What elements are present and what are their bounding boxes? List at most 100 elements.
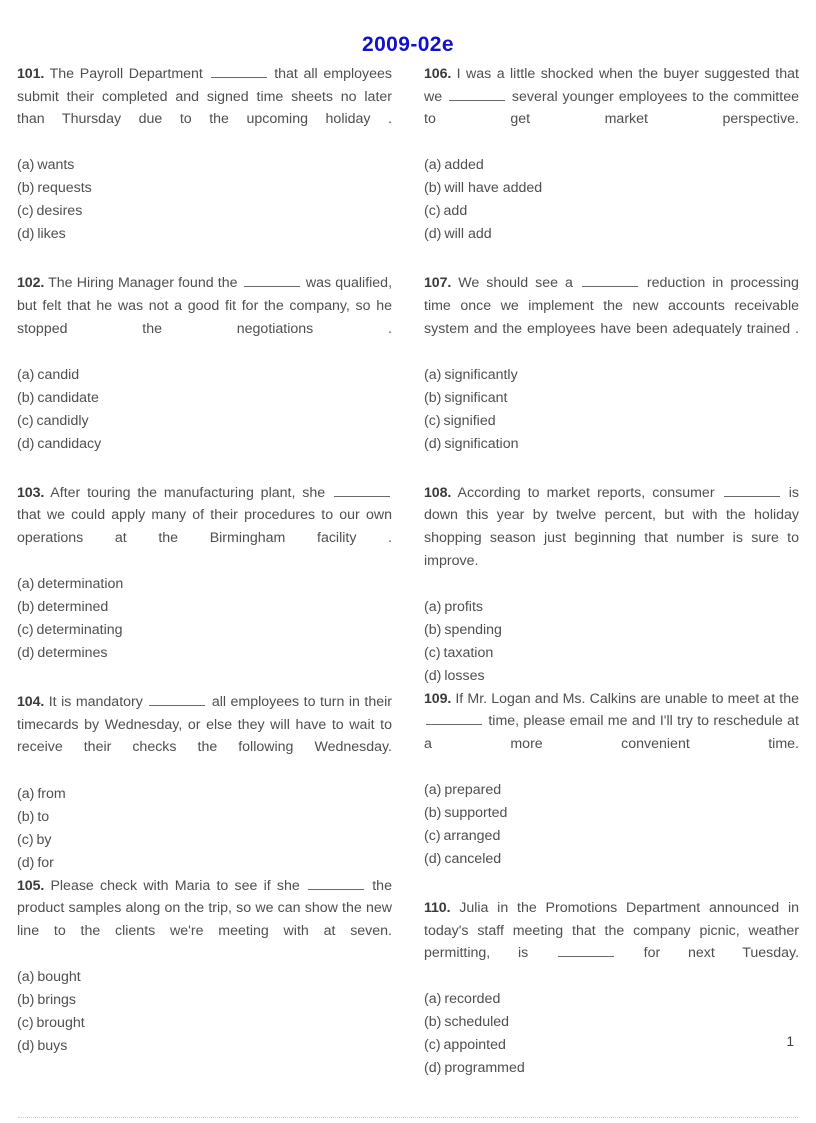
column-left: 101. The Payroll Department that all emp… (17, 63, 392, 1084)
choice-text: to (37, 808, 50, 825)
choice-option[interactable]: (d) signification (424, 433, 799, 456)
choice-key: (b) (424, 1014, 442, 1031)
question-block: 106. I was a little shocked when the buy… (424, 63, 799, 246)
choice-option[interactable]: (a) candid (17, 364, 392, 387)
choice-key: (a) (424, 366, 442, 383)
choice-option[interactable]: (c) determinating (17, 619, 392, 642)
choice-key: (a) (424, 157, 442, 174)
question-number: 103. (17, 484, 45, 501)
choice-text: spending (444, 621, 502, 638)
choice-option[interactable]: (d) for (17, 852, 392, 875)
question-number: 106. (424, 66, 452, 82)
choice-option[interactable]: (d) programmed (424, 1057, 799, 1080)
choice-option[interactable]: (d) candidacy (17, 433, 392, 456)
choice-text: candidacy (37, 435, 102, 452)
choice-option[interactable]: (c) add (424, 200, 799, 223)
choice-text: appointed (443, 1037, 506, 1054)
choice-key: (b) (17, 389, 35, 406)
choice-key: (c) (424, 203, 441, 220)
choice-option[interactable]: (d) likes (17, 223, 392, 246)
question-number: 109. (424, 690, 452, 707)
choice-option[interactable]: (b) brings (17, 989, 392, 1012)
choice-option[interactable]: (c) appointed (424, 1034, 799, 1057)
choice-text: recorded (444, 991, 501, 1008)
question-stem: 108. According to market reports, consum… (424, 482, 799, 595)
question-stem: 110. Julia in the Promotions Department … (424, 897, 799, 987)
choice-option[interactable]: (b) to (17, 806, 392, 829)
choice-option[interactable]: (b) supported (424, 802, 799, 825)
choice-text: candidly (36, 412, 89, 429)
question-stem-before-blank: After touring the manufacturing plant, s… (50, 484, 326, 501)
choice-option[interactable]: (d) buys (17, 1035, 392, 1058)
document-page: 2009-02e 101. The Payroll Department tha… (0, 0, 816, 1123)
choice-key: (b) (17, 599, 35, 616)
question-stem-before-blank: It is mandatory (48, 694, 143, 711)
choice-option[interactable]: (a) prepared (424, 779, 799, 802)
question-stem-before-blank: We should see a (458, 275, 573, 292)
choice-option[interactable]: (a) wants (17, 154, 392, 177)
choice-option[interactable]: (a) significantly (424, 364, 799, 387)
choice-option[interactable]: (a) added (424, 154, 799, 177)
choice-option[interactable]: (b) determined (17, 596, 392, 619)
answer-blank (308, 877, 365, 890)
question-stem: 106. I was a little shocked when the buy… (424, 63, 799, 153)
answer-blank (557, 944, 614, 958)
choice-option[interactable]: (a) recorded (424, 988, 799, 1011)
choice-list: (a) recorded (b) scheduled (c) appointed (d) pr… (424, 988, 799, 1080)
choice-option[interactable]: (c) desires (17, 200, 392, 223)
choice-key: (a) (17, 157, 35, 174)
choice-key: (d) (424, 226, 442, 243)
answer-blank (333, 484, 390, 497)
choice-key: (d) (424, 667, 442, 684)
choice-key: (b) (424, 180, 442, 197)
choice-option[interactable]: (c) signified (424, 410, 799, 433)
choice-option[interactable]: (b) will have added (424, 177, 799, 200)
choice-option[interactable]: (b) significant (424, 387, 799, 410)
choice-key: (a) (17, 576, 35, 593)
choice-option[interactable]: (a) from (17, 783, 392, 806)
answer-blank (723, 484, 780, 497)
choice-option[interactable]: (b) requests (17, 177, 392, 200)
choice-key: (a) (17, 785, 35, 802)
choice-option[interactable]: (b) spending (424, 619, 799, 642)
choice-option[interactable]: (a) bought (17, 966, 392, 989)
choice-key: (a) (424, 598, 442, 615)
choice-key: (c) (424, 1037, 441, 1054)
question-stem-before-blank: The Payroll Department (49, 66, 203, 82)
choice-option[interactable]: (d) losses (424, 665, 799, 688)
question-block: 101. The Payroll Department that all emp… (17, 63, 392, 246)
choice-option[interactable]: (a) profits (424, 596, 799, 619)
choice-option[interactable]: (c) taxation (424, 642, 799, 665)
question-stem: 104. It is mandatory all employees to tu… (17, 691, 392, 781)
answer-blank (243, 274, 300, 288)
choice-option[interactable]: (d) will add (424, 223, 799, 246)
question-block: 108. According to market reports, consum… (424, 482, 799, 688)
choice-key: (c) (17, 831, 34, 848)
choice-option[interactable]: (b) candidate (17, 387, 392, 410)
answer-blank (149, 693, 206, 707)
choice-option[interactable]: (c) by (17, 829, 392, 852)
choice-text: added (444, 157, 484, 174)
choice-option[interactable]: (c) candidly (17, 410, 392, 433)
choice-option[interactable]: (d) determines (17, 642, 392, 665)
choice-key: (d) (17, 226, 35, 243)
choice-key: (a) (17, 366, 35, 383)
choice-option[interactable]: (b) scheduled (424, 1011, 799, 1034)
choice-key: (b) (17, 808, 35, 825)
question-block: 103. After touring the manufacturing pla… (17, 482, 392, 665)
choice-key: (b) (424, 389, 442, 406)
choice-option[interactable]: (c) arranged (424, 825, 799, 848)
choice-list: (a) added (b) will have added (c) add (d) will … (424, 154, 799, 246)
answer-blank (581, 274, 638, 288)
choice-key: (d) (424, 1060, 442, 1077)
choice-key: (d) (424, 435, 442, 452)
choice-text: profits (444, 598, 483, 615)
choice-text: bought (37, 968, 81, 985)
choice-option[interactable]: (a) determination (17, 573, 392, 596)
question-stem: 101. The Payroll Department that all emp… (17, 63, 392, 153)
choice-text: significant (444, 389, 508, 406)
choice-text: arranged (443, 828, 501, 845)
choice-option[interactable]: (d) canceled (424, 848, 799, 871)
choice-option[interactable]: (c) brought (17, 1012, 392, 1035)
choice-list: (a) significantly (b) significant (c) signifi… (424, 364, 799, 456)
